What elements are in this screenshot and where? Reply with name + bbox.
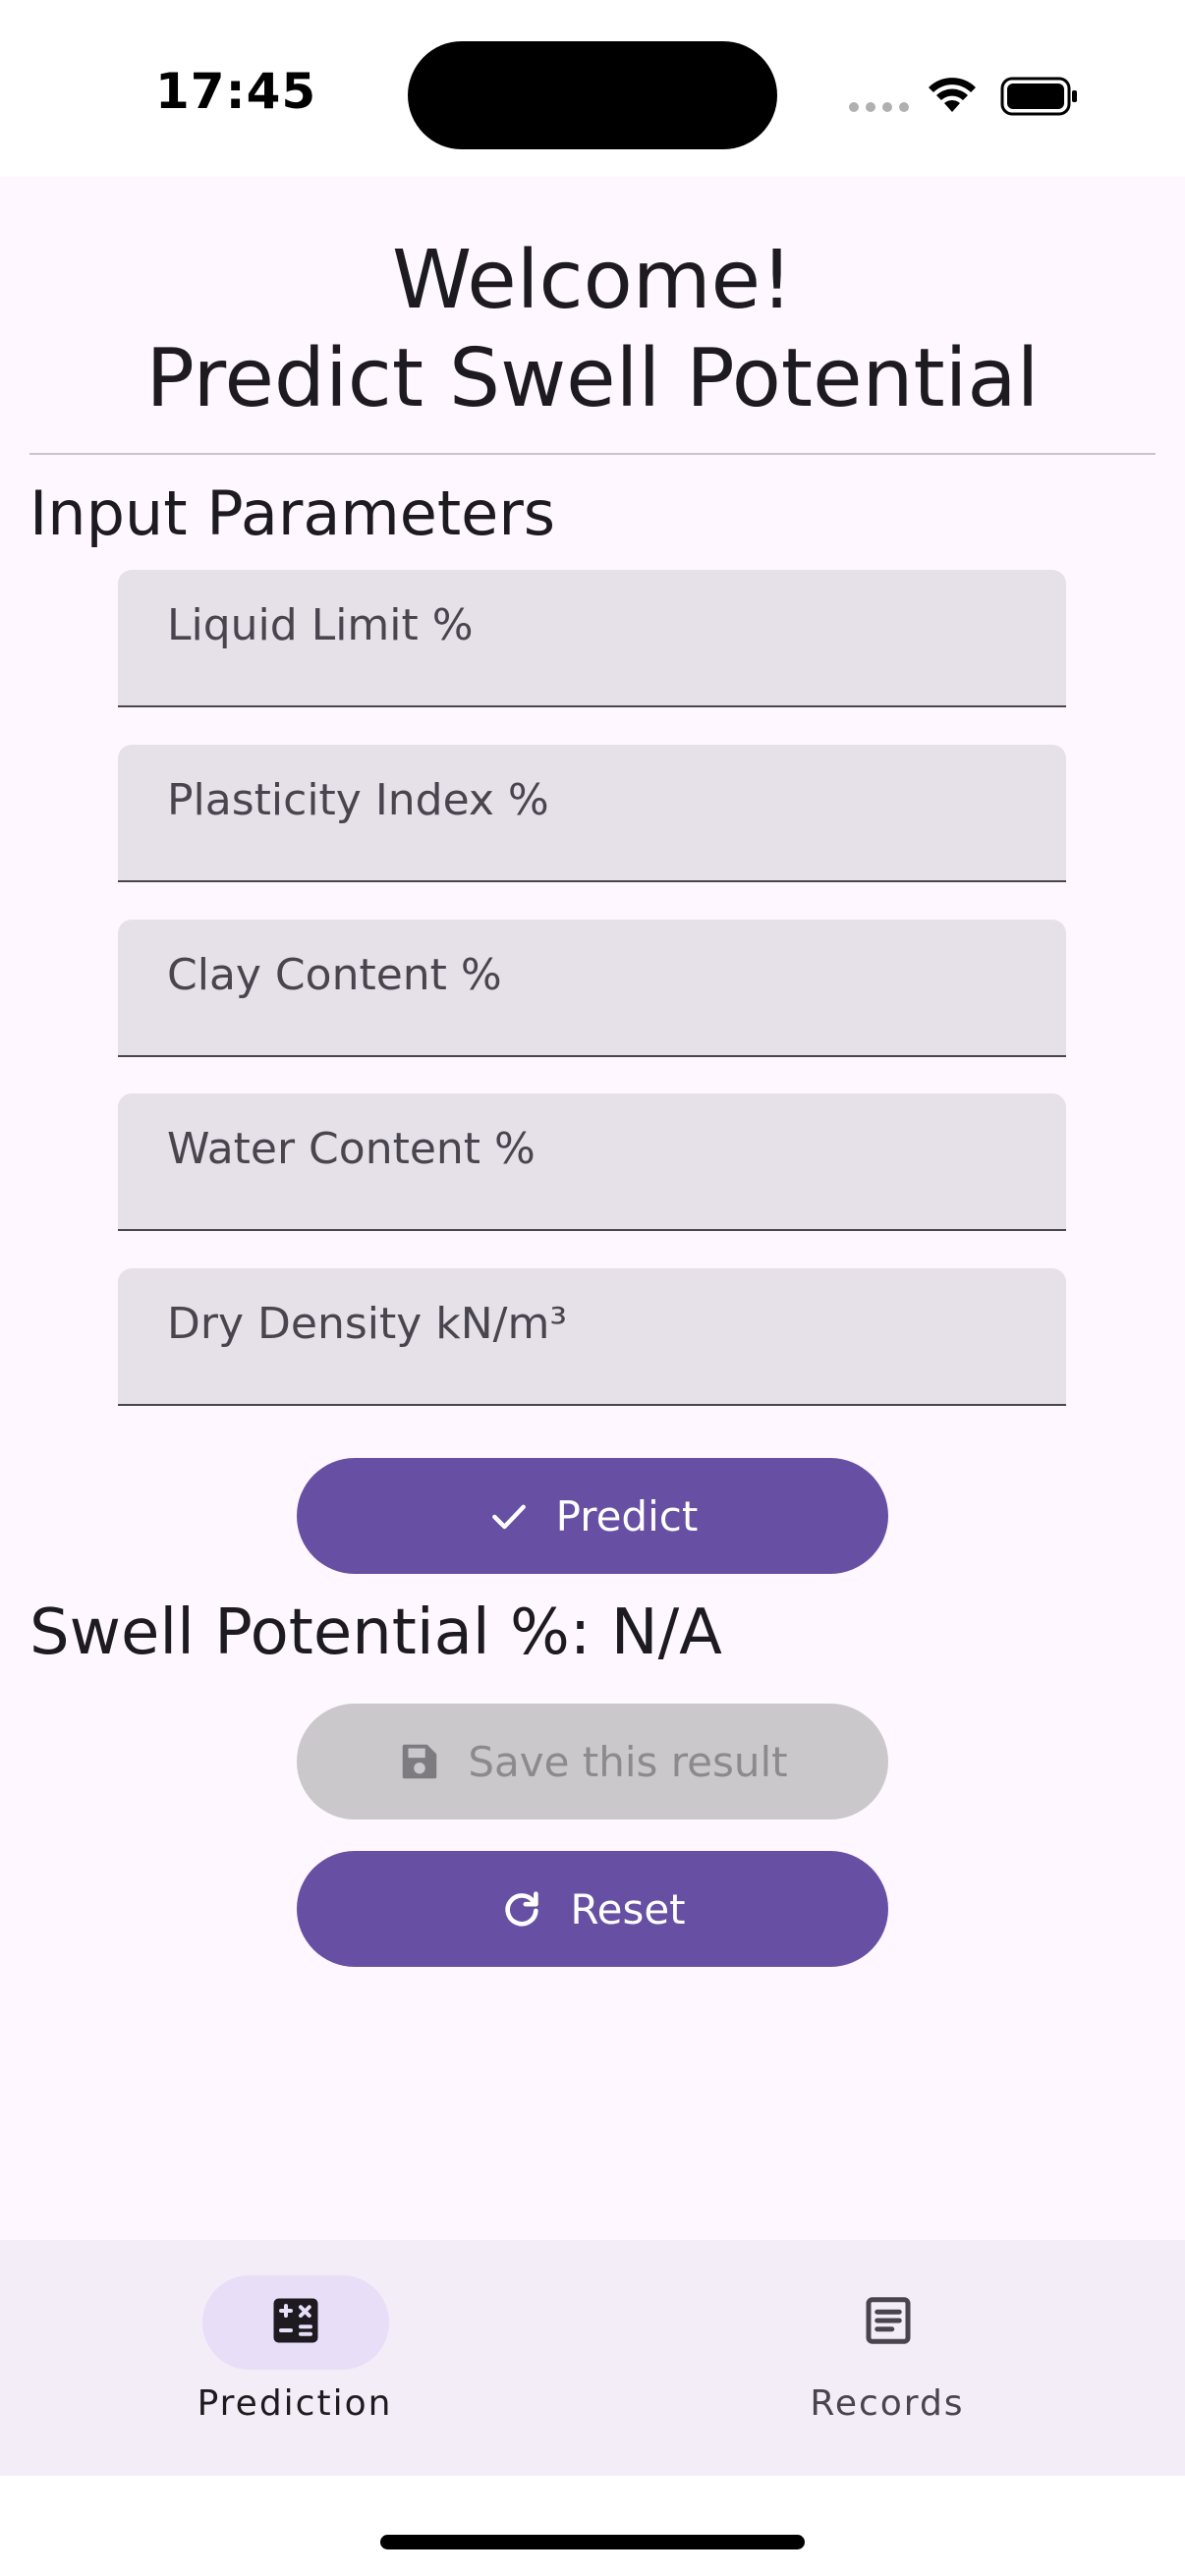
check-icon [487, 1494, 531, 1538]
refresh-icon [499, 1886, 544, 1932]
document-icon [859, 2291, 918, 2354]
active-indicator [202, 2275, 389, 2370]
liquid-limit-field[interactable] [118, 570, 1066, 707]
home-indicator[interactable] [380, 2535, 805, 2549]
water-content-field[interactable] [118, 1093, 1066, 1231]
nav-icon-container [795, 2275, 982, 2370]
save-label: Save this result [468, 1737, 788, 1786]
signal-icon [849, 102, 909, 112]
welcome-text: Welcome! [392, 234, 793, 327]
status-time: 17:45 [155, 63, 317, 120]
water-content-input[interactable] [118, 1093, 1066, 1229]
liquid-limit-input[interactable] [118, 570, 1066, 705]
header-divider [29, 453, 1156, 455]
nav-item-records[interactable]: Records [691, 2240, 1084, 2476]
nav-label-records: Records [810, 2383, 965, 2424]
dry-density-field[interactable] [118, 1268, 1066, 1406]
save-icon [397, 1739, 442, 1784]
battery-icon [1000, 77, 1077, 116]
app-screen: 17:45 Welcome! Predict Swell Potential I… [0, 0, 1185, 2576]
reset-button[interactable]: Reset [297, 1851, 888, 1967]
save-result-button[interactable]: Save this result [297, 1704, 888, 1820]
wifi-icon [929, 78, 976, 112]
page-title: Welcome! Predict Swell Potential [0, 232, 1185, 428]
clay-content-input[interactable] [118, 920, 1066, 1055]
bottom-navigation: Prediction Records [0, 2240, 1185, 2476]
title-text: Predict Swell Potential [145, 332, 1040, 425]
section-title: Input Parameters [29, 477, 556, 549]
nav-item-prediction[interactable]: Prediction [98, 2240, 491, 2476]
plasticity-index-input[interactable] [118, 745, 1066, 880]
reset-label: Reset [570, 1884, 686, 1933]
result-text: Swell Potential %: N/A [29, 1596, 722, 1669]
nav-label-prediction: Prediction [197, 2383, 393, 2424]
calculator-icon [266, 2291, 325, 2354]
predict-label: Predict [555, 1491, 699, 1540]
dynamic-island [408, 41, 777, 149]
clay-content-field[interactable] [118, 920, 1066, 1057]
plasticity-index-field[interactable] [118, 745, 1066, 882]
dry-density-input[interactable] [118, 1268, 1066, 1404]
predict-button[interactable]: Predict [297, 1458, 888, 1574]
